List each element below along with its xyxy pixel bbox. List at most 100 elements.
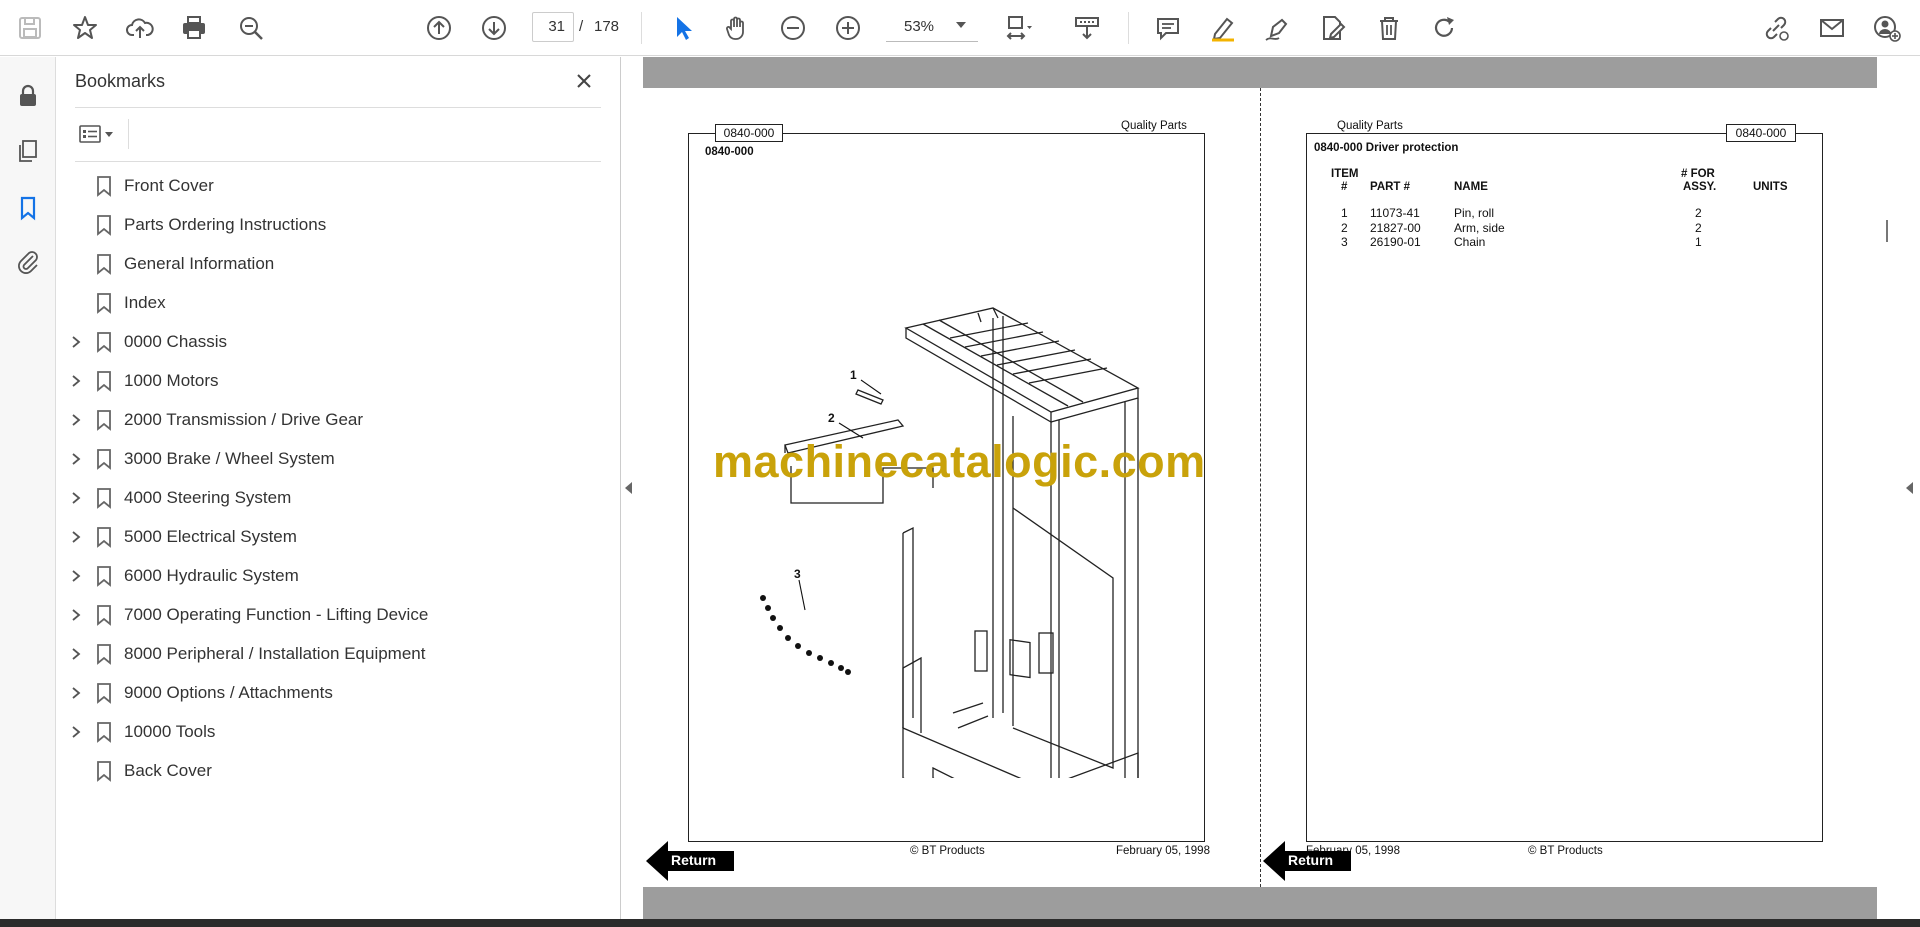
pages-thumbnails-icon[interactable] (10, 133, 46, 169)
add-user-icon[interactable] (1869, 10, 1905, 46)
star-icon[interactable] (67, 10, 103, 46)
bookmark-label: Back Cover (124, 761, 212, 780)
bookmark-item[interactable]: 6000 Hydraulic System (56, 559, 616, 593)
bookmark-item[interactable]: 9000 Options / Attachments (56, 676, 616, 710)
close-icon[interactable] (571, 68, 597, 94)
save-icon[interactable] (12, 10, 48, 46)
bookmark-label: 5000 Electrical System (124, 527, 297, 546)
chevron-down-icon[interactable] (956, 22, 966, 28)
page-total: 178 (594, 18, 620, 35)
chevron-right-icon[interactable] (68, 334, 84, 350)
zoom-in-icon[interactable] (830, 10, 866, 46)
share-link-icon[interactable] (1758, 10, 1794, 46)
bookmarks-panel: Bookmarks Front Cover Parts Ordering Inst… (56, 57, 621, 927)
bookmark-item[interactable]: 10000 Tools (56, 715, 616, 749)
zoom-out-icon[interactable] (775, 10, 811, 46)
cell-part-number: 26190-01 (1370, 235, 1421, 249)
footer-date: February 05, 1998 (1116, 845, 1210, 857)
return-button[interactable]: Return (1263, 841, 1351, 881)
return-label: Return (1288, 852, 1334, 868)
cell-quantity: 2 (1695, 206, 1702, 220)
chevron-right-icon[interactable] (68, 724, 84, 740)
chevron-right-icon[interactable] (68, 685, 84, 701)
return-button[interactable]: Return (646, 841, 734, 881)
chevron-right-icon[interactable] (68, 490, 84, 506)
next-page-icon[interactable] (476, 10, 512, 46)
edit-document-icon[interactable] (1315, 10, 1351, 46)
cell-item: 3 (1341, 235, 1348, 249)
bookmark-item[interactable]: General Information (56, 247, 616, 281)
panel-divider (75, 107, 601, 108)
bookmark-item[interactable]: 7000 Operating Function - Lifting Device (56, 598, 616, 632)
callout-1: 1 (850, 368, 857, 382)
highlight-pen-icon[interactable] (1205, 10, 1241, 46)
bookmark-label: 6000 Hydraulic System (124, 566, 299, 585)
bookmark-item[interactable]: Index (56, 286, 616, 320)
window-bottom-edge (0, 919, 1920, 927)
chevron-right-icon[interactable] (68, 412, 84, 428)
vertical-scrollbar[interactable] (1886, 220, 1888, 242)
print-icon[interactable] (176, 10, 212, 46)
bookmark-icon (97, 449, 111, 470)
expand-right-panel-icon[interactable] (1902, 478, 1916, 498)
section-tag: 0840-000 (715, 124, 783, 142)
hand-tool-icon[interactable] (719, 10, 755, 46)
bookmark-item[interactable]: 5000 Electrical System (56, 520, 616, 554)
col-part-header: PART # (1370, 181, 1411, 193)
page-fit-icon[interactable] (1000, 10, 1036, 46)
footer-copyright: © BT Products (910, 845, 985, 857)
viewer-gutter-top (643, 57, 1877, 88)
bookmark-icon (97, 176, 111, 197)
callout-3: 3 (794, 567, 801, 581)
upload-cloud-icon[interactable] (122, 10, 158, 46)
bookmark-item[interactable]: 1000 Motors (56, 364, 616, 398)
chevron-right-icon[interactable] (68, 607, 84, 623)
bookmark-panel-icon[interactable] (10, 190, 46, 226)
scroll-mode-icon[interactable] (1069, 10, 1105, 46)
col-item-hash: # (1341, 181, 1348, 193)
chevron-right-icon[interactable] (68, 373, 84, 389)
chevron-right-icon[interactable] (68, 451, 84, 467)
header-label: Quality Parts (1337, 120, 1403, 132)
bookmark-icon (97, 527, 111, 548)
collapse-left-panel-icon[interactable] (622, 478, 636, 498)
bookmark-options-button[interactable] (76, 117, 124, 151)
bookmark-item[interactable]: 2000 Transmission / Drive Gear (56, 403, 616, 437)
cell-name: Chain (1454, 235, 1486, 249)
cell-item: 1 (1341, 206, 1348, 220)
page-number-input[interactable]: 31 (532, 12, 574, 42)
email-icon[interactable] (1814, 10, 1850, 46)
chevron-right-icon[interactable] (68, 568, 84, 584)
comment-icon[interactable] (1150, 10, 1186, 46)
sign-pen-icon[interactable] (1259, 10, 1295, 46)
col-item-header: ITEM (1331, 168, 1359, 180)
lock-icon[interactable] (10, 78, 46, 114)
select-cursor-icon[interactable] (665, 10, 701, 46)
attachment-paperclip-icon[interactable] (10, 243, 46, 279)
return-label: Return (671, 852, 717, 868)
bookmark-item[interactable]: Back Cover (56, 754, 616, 788)
bookmark-item[interactable]: 4000 Steering System (56, 481, 616, 515)
bookmark-item[interactable]: Parts Ordering Instructions (56, 208, 616, 242)
zoom-search-icon[interactable] (233, 10, 269, 46)
panel-divider (128, 119, 129, 149)
bookmark-icon (97, 761, 111, 782)
delete-trash-icon[interactable] (1371, 10, 1407, 46)
bookmark-label: Parts Ordering Instructions (124, 215, 327, 234)
bookmark-item[interactable]: 0000 Chassis (56, 325, 616, 359)
bookmark-item[interactable]: 3000 Brake / Wheel System (56, 442, 616, 476)
list-options-icon (79, 125, 113, 143)
section-title: 0840-000 Driver protection (1314, 142, 1459, 154)
section-tag: 0840-000 (1726, 124, 1796, 142)
bookmark-item[interactable]: Front Cover (56, 169, 616, 203)
chevron-right-icon[interactable] (68, 646, 84, 662)
bookmark-label: 10000 Tools (124, 722, 216, 741)
chevron-right-icon[interactable] (68, 529, 84, 545)
rotate-icon[interactable] (1426, 10, 1462, 46)
bookmark-label: 2000 Transmission / Drive Gear (124, 410, 364, 429)
bookmark-item[interactable]: 8000 Peripheral / Installation Equipment (56, 637, 616, 671)
panel-title: Bookmarks (75, 71, 166, 91)
document-page-right: Quality Parts 0840-000 0840-000 Driver p… (1261, 88, 1877, 887)
previous-page-icon[interactable] (421, 10, 457, 46)
cell-item: 2 (1341, 220, 1348, 235)
